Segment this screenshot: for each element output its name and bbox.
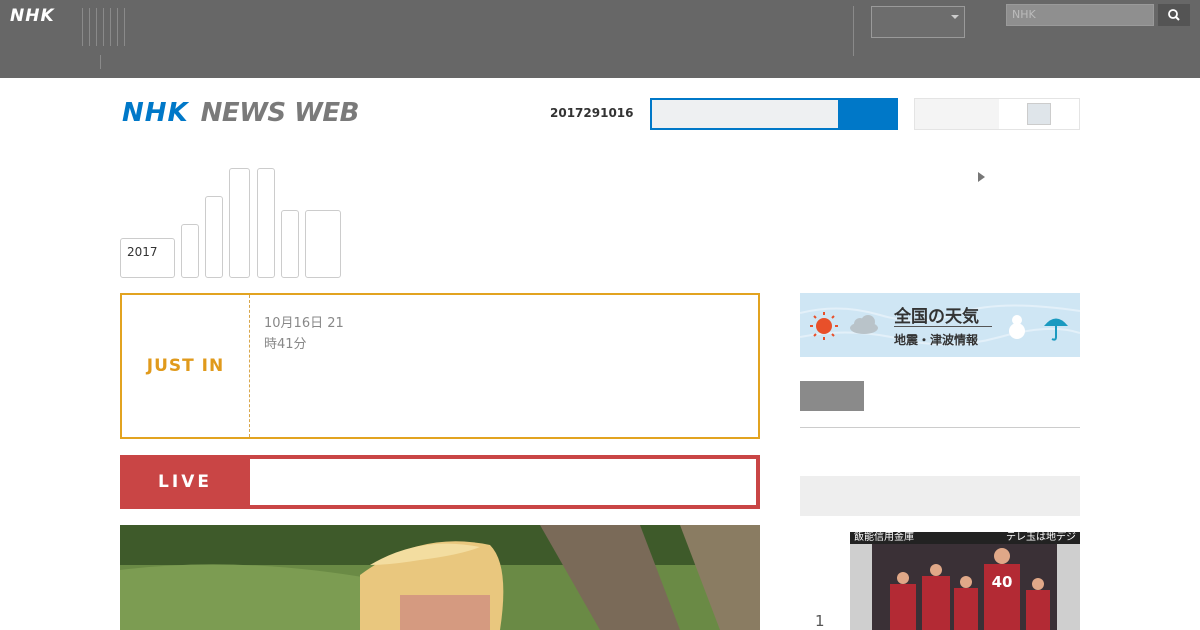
display-toggle (914, 98, 1080, 130)
region-select[interactable] (871, 6, 965, 38)
toggle-knob (1027, 103, 1051, 125)
global-search-button[interactable] (1158, 4, 1190, 26)
global-nav-item[interactable] (117, 8, 125, 46)
global-header: NHK NHK (0, 0, 1200, 78)
site-brand[interactable]: NHK NEWS WEB (122, 98, 359, 128)
site-search-input[interactable] (650, 98, 840, 130)
svg-text:40: 40 (992, 573, 1013, 591)
ranking-thumbnail-caption: 飯能信用金庫 テレ玉は地デジ (850, 532, 1080, 544)
live-banner[interactable]: LIVE (120, 455, 760, 509)
tab-category[interactable] (205, 196, 223, 278)
tab-category[interactable] (281, 210, 299, 278)
side-link[interactable] (978, 172, 993, 182)
weather-title: 全国の天気 (894, 307, 979, 327)
triangle-right-icon (978, 172, 985, 182)
ranking-heading (800, 476, 1080, 516)
just-in-body: 10月16日 21 時41分 (264, 311, 564, 355)
site-search-button[interactable] (840, 98, 898, 130)
weather-subtitle: 地震・津波情報 (894, 333, 979, 347)
top-story-photo (120, 525, 760, 630)
nhk-logo[interactable]: NHK (10, 6, 55, 26)
global-utilities (849, 6, 965, 56)
divider (100, 55, 101, 69)
site-search (650, 98, 898, 130)
divider (894, 326, 992, 327)
live-text (250, 459, 756, 505)
tab-category[interactable]: 2017 (120, 238, 175, 278)
just-in-time: 10月16日 21 時41分 (264, 316, 344, 352)
utility-link[interactable] (854, 6, 871, 36)
just-in-label: JUST IN (122, 295, 250, 437)
brand-newsweb: NEWS WEB (200, 98, 360, 128)
top-story-image[interactable] (120, 525, 760, 630)
weather-banner[interactable]: 全国の天気 地震・津波情報 (800, 293, 1080, 357)
divider (800, 427, 1080, 428)
ranking-thumbnail[interactable]: 40 飯能信用金庫 テレ玉は地デジ (850, 532, 1080, 630)
global-nav-item[interactable] (103, 8, 110, 46)
tab-category[interactable] (257, 168, 275, 278)
global-nav (82, 8, 125, 46)
ranking-number: 1 (815, 612, 825, 630)
just-in-box[interactable]: JUST IN 10月16日 21 時41分 (120, 293, 760, 439)
global-nav-item[interactable] (96, 8, 103, 46)
date-code: 2017291016 (550, 106, 634, 120)
tab-category[interactable] (229, 168, 250, 278)
live-label: LIVE (158, 472, 212, 492)
brand-nhk: NHK (122, 98, 189, 128)
global-nav-item[interactable] (89, 8, 96, 46)
global-nav-item[interactable] (82, 8, 89, 46)
category-tabs: 2017 (120, 166, 350, 278)
search-icon (1168, 9, 1180, 21)
global-nav-item[interactable] (110, 8, 117, 46)
ranking-photo: 40 (850, 532, 1080, 630)
tab-category[interactable] (305, 210, 341, 278)
tab-category[interactable] (181, 224, 199, 278)
global-search-input[interactable]: NHK (1006, 4, 1154, 26)
display-toggle-switch[interactable] (999, 99, 1079, 129)
feature-button[interactable] (800, 381, 864, 411)
